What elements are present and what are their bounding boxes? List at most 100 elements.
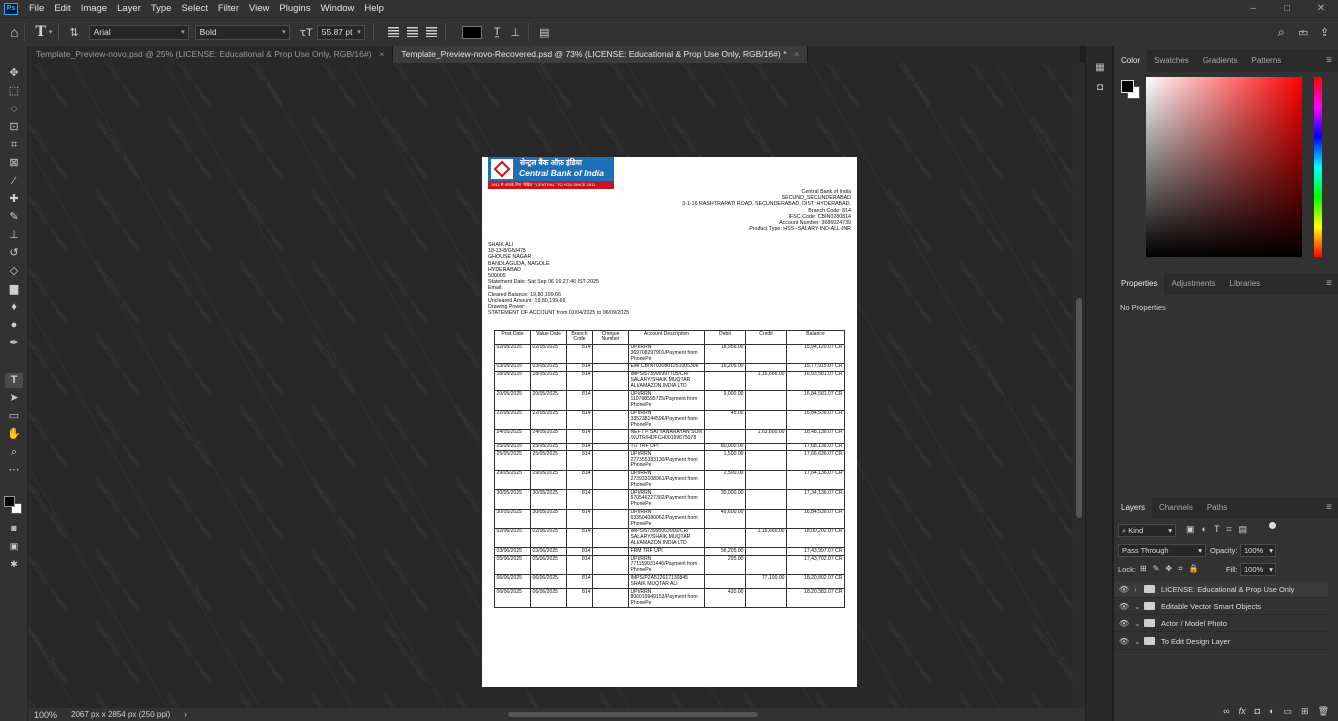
tab-patterns[interactable]: Patterns [1245,50,1289,72]
zoom-level[interactable]: 100% [34,710,57,720]
tab-paths[interactable]: Paths [1200,497,1234,519]
color-panel-foreground-swatch[interactable] [1121,80,1134,93]
visibility-eye-icon[interactable]: 👁 [1114,602,1134,611]
warp-text-icon[interactable]: T̰ [494,26,501,38]
marquee-tool-icon[interactable]: ⬚ [5,84,23,99]
new-group-icon[interactable]: ▭ [1284,706,1293,717]
menu-plugins[interactable]: Plugins [274,3,315,14]
close-button[interactable]: ✕ [1304,0,1338,17]
color-picker-field[interactable] [1146,77,1302,257]
minimize-button[interactable]: – [1236,0,1270,17]
type-tool-icon[interactable]: T [5,373,23,388]
blend-mode-select[interactable]: Pass Through ▾ [1118,544,1206,557]
fill-field[interactable]: 100% ▾ [1240,563,1276,576]
align-center-icon[interactable] [406,27,418,37]
panel-menu-icon[interactable]: ≡ [1326,497,1332,519]
chevron-down-icon[interactable]: ⌄ [1134,637,1144,646]
adjustment-layer-icon[interactable]: ◐ [1269,706,1274,716]
layer-row[interactable]: 👁 › LICENSE: Educational & Prop Use Only [1114,581,1328,598]
maximize-button[interactable]: □ [1270,0,1304,17]
tab-properties[interactable]: Properties [1114,273,1165,295]
pen-tool-icon[interactable]: ✒ [5,336,23,351]
panel-menu-icon[interactable]: ≡ [1326,50,1332,72]
blur-tool-icon[interactable]: ♦ [5,300,23,315]
rectangle-tool-icon[interactable]: ▭ [5,409,23,424]
type-tool-preset-icon[interactable]: T [35,24,45,40]
status-arrow-icon[interactable]: › [184,710,187,719]
menu-help[interactable]: Help [359,3,389,14]
home-icon[interactable]: ⌂ [10,24,18,40]
add-mask-icon[interactable]: ◘ [1255,706,1260,716]
history-panel-icon[interactable]: ▦ [1094,62,1106,73]
filter-toggle-icon[interactable] [1269,522,1276,529]
hue-slider[interactable] [1314,77,1322,257]
tab-channels[interactable]: Channels [1152,497,1200,519]
layer-row[interactable]: 👁 ⌄ Editable Vector Smart Objects [1114,598,1328,615]
menu-select[interactable]: Select [176,3,212,14]
chevron-down-icon[interactable]: ⌄ [1134,619,1144,628]
quick-mask-icon[interactable]: ◙ [5,521,23,536]
brush-tool-icon[interactable]: ✎ [5,210,23,225]
dodge-tool-icon[interactable]: ● [5,318,23,333]
close-tab-icon[interactable]: × [379,49,384,59]
search-icon[interactable]: ⌕ [1278,25,1285,40]
edit-toolbar-icon[interactable]: ⋯ [5,463,23,478]
tab-gradients[interactable]: Gradients [1196,50,1245,72]
menu-type[interactable]: Type [146,3,177,14]
delete-layer-icon[interactable]: 🗑 [1318,706,1329,717]
align-left-icon[interactable] [387,27,399,37]
frame-tool-icon[interactable]: ⊠ [5,156,23,171]
tab-color[interactable]: Color [1114,50,1148,72]
tab-template-preview-novo-recovered[interactable]: Template_Preview-novo-Recovered.psd @ 73… [393,46,809,63]
layer-row[interactable]: 👁 ⌄ Actor / Model Photo [1114,615,1328,632]
menu-image[interactable]: Image [76,3,112,14]
menu-filter[interactable]: Filter [213,3,244,14]
opacity-field[interactable]: 100% ▾ [1240,544,1276,557]
close-tab-icon[interactable]: × [794,49,799,59]
clone-stamp-icon[interactable]: ⊥ [5,228,23,243]
foreground-color-swatch[interactable] [4,496,15,507]
scroll-thumb[interactable] [1076,298,1082,518]
visibility-eye-icon[interactable]: 👁 [1114,585,1134,594]
panel-menu-icon[interactable]: ≡ [1326,273,1332,295]
vertical-scrollbar[interactable] [1073,63,1085,708]
workspace-caret-icon[interactable]: ▾ [1301,28,1305,36]
menu-edit[interactable]: Edit [49,3,75,14]
3d-icon[interactable]: ▤ [539,26,549,39]
comments-panel-icon[interactable]: ◘ [1094,82,1106,93]
menu-file[interactable]: File [24,3,49,14]
layer-style-icon[interactable]: fx [1239,706,1246,716]
menu-layer[interactable]: Layer [112,3,146,14]
font-family-select[interactable]: Arial ▾ [88,24,189,40]
toggle-orientation-icon[interactable]: ⇅ [69,26,78,39]
menu-window[interactable]: Window [316,3,360,14]
healing-brush-icon[interactable]: ✚ [5,192,23,207]
menu-view[interactable]: View [244,3,274,14]
lock-icons[interactable]: ⊞✎✥⌗🔒 [1140,564,1205,574]
visibility-eye-icon[interactable]: 👁 [1114,619,1134,628]
tab-libraries[interactable]: Libraries [1223,273,1268,295]
layer-filter-kind[interactable]: ⌕ Kind ▾ [1118,524,1176,537]
history-brush-icon[interactable]: ↺ [5,246,23,261]
preset-caret-icon[interactable]: ▾ [49,28,53,36]
share-icon[interactable]: ⇪ [1320,26,1329,39]
path-selection-icon[interactable]: ➤ [5,391,23,406]
align-right-icon[interactable] [425,27,437,37]
generative-icon[interactable]: ✱ [5,557,23,572]
tab-swatches[interactable]: Swatches [1147,50,1196,72]
object-selection-tool-icon[interactable]: ⊡ [5,120,23,135]
tab-adjustments[interactable]: Adjustments [1164,273,1222,295]
tab-layers[interactable]: Layers [1114,497,1153,519]
screen-mode-icon[interactable]: ▣ [5,539,23,554]
hand-tool-icon[interactable]: ✋ [5,427,23,442]
font-style-select[interactable]: Bold ▾ [194,24,290,40]
horizontal-scroll-thumb[interactable] [508,712,758,717]
gradient-tool-icon[interactable]: ▆ [5,282,23,297]
visibility-eye-icon[interactable]: 👁 [1114,637,1134,646]
link-layers-icon[interactable]: ∞ [1223,706,1229,716]
font-size-select[interactable]: 55.87 pt ▾ [316,24,365,40]
text-color-swatch[interactable] [461,25,482,39]
eyedropper-tool-icon[interactable]: ⁄ [5,174,23,189]
crop-tool-icon[interactable]: ⌗ [5,138,23,153]
lasso-tool-icon[interactable]: ◌ [5,102,23,117]
